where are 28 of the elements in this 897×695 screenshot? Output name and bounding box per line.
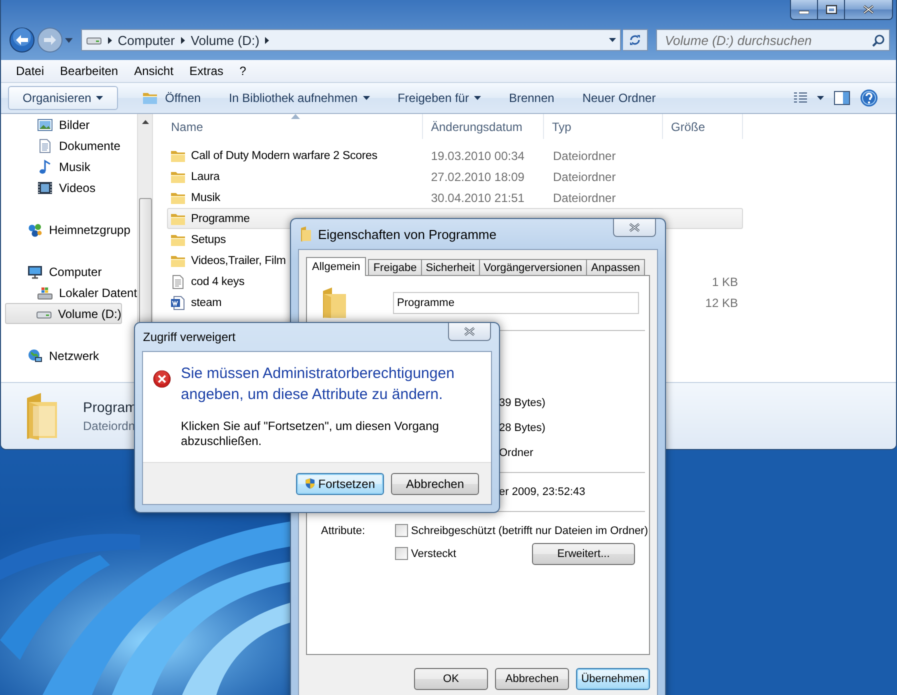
file-name: cod 4 keys [191, 276, 244, 288]
file-name: Musik [191, 192, 220, 204]
date-cell: 19.03.2010 00:34 [431, 148, 524, 162]
type-cell: Dateiordner [553, 190, 616, 204]
property-value: 39 Bytes) [499, 396, 546, 408]
date-cell: 27.02.2010 18:09 [431, 170, 524, 184]
dialog-title: Eigenschaften von Programme [318, 226, 496, 242]
property-value: 28 Bytes) [499, 422, 546, 434]
type-cell: Dateiordner [553, 148, 616, 162]
checkbox-label: Schreibgeschützt (betrifft nur Dateien im Ordner) [395, 524, 648, 537]
item-type: Dateiordn [83, 419, 136, 433]
field-label: Attribute: [321, 524, 366, 536]
instruction-text: Klicken Sie auf "Fortsetzen", um diesen Vorgang abzuschließen. [180, 419, 440, 449]
type-cell: Dateiordner [553, 170, 616, 184]
file-name: Laura [191, 170, 220, 182]
item-name: Program [83, 399, 137, 415]
dialog-title: Zugriff verweigert [143, 330, 236, 344]
file-name: Videos,Trailer, Film [191, 254, 286, 266]
file-name: Call of Duty Modern warfare 2 Scores [191, 150, 378, 162]
property-value: Ordner [499, 446, 534, 458]
checkbox-label: Versteckt [395, 547, 456, 560]
file-name: steam [191, 296, 222, 308]
file-name: Setups [191, 234, 226, 246]
size-cell: 12 KB [705, 296, 738, 310]
error-message: Sie müssen Administratorberechtigungen angeben, um diese Attribute zu ändern. [180, 364, 456, 405]
file-name: Programme [191, 212, 250, 224]
size-cell: 1 KB [712, 274, 738, 288]
date-cell: 30.04.2010 21:51 [431, 190, 524, 204]
